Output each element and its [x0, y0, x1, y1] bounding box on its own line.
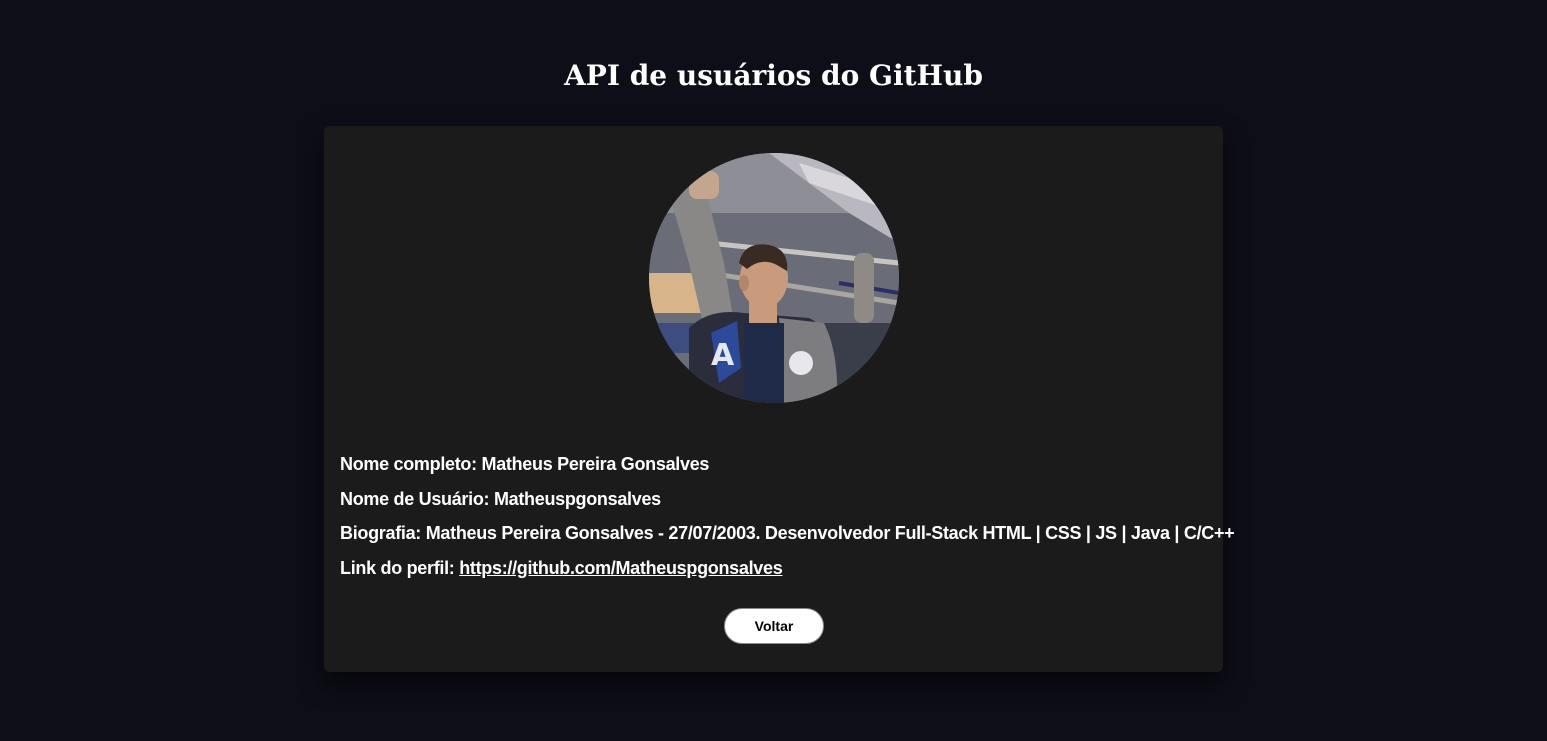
bio-value: Matheus Pereira Gonsalves - 27/07/2003. … [425, 523, 1235, 543]
avatar-photo: A [649, 153, 899, 403]
profile-link-row: Link do perfil: https://github.com/Mathe… [340, 554, 1234, 589]
bio-row: Biografia: Matheus Pereira Gonsalves - 2… [340, 519, 1235, 554]
username-value: Matheuspgonsalves [493, 488, 661, 509]
full-name-row: Nome completo: Matheus Pereira Gonsalves [340, 450, 1234, 485]
full-name-label: Nome completo: [340, 454, 477, 474]
profile-info: Nome completo: Matheus Pereira Gonsalves… [340, 450, 1235, 589]
svg-text:A: A [711, 338, 735, 373]
back-button[interactable]: Voltar [724, 608, 824, 644]
bio-label: Biografia: [340, 523, 422, 543]
full-name-value: Matheus Pereira Gonsalves [481, 454, 710, 474]
username-row: Nome de Usuário: Matheuspgonsalves [340, 485, 1234, 520]
page-title: API de usuários do GitHub [564, 59, 983, 92]
username-label: Nome de Usuário: [340, 488, 490, 509]
profile-link[interactable]: https://github.com/Matheuspgonsalves [459, 558, 783, 578]
profile-link-label: Link do perfil: [340, 557, 455, 578]
profile-card: A Nome completo: Matheus Pereira Gonsalv… [324, 126, 1235, 672]
avatar: A [649, 153, 899, 403]
